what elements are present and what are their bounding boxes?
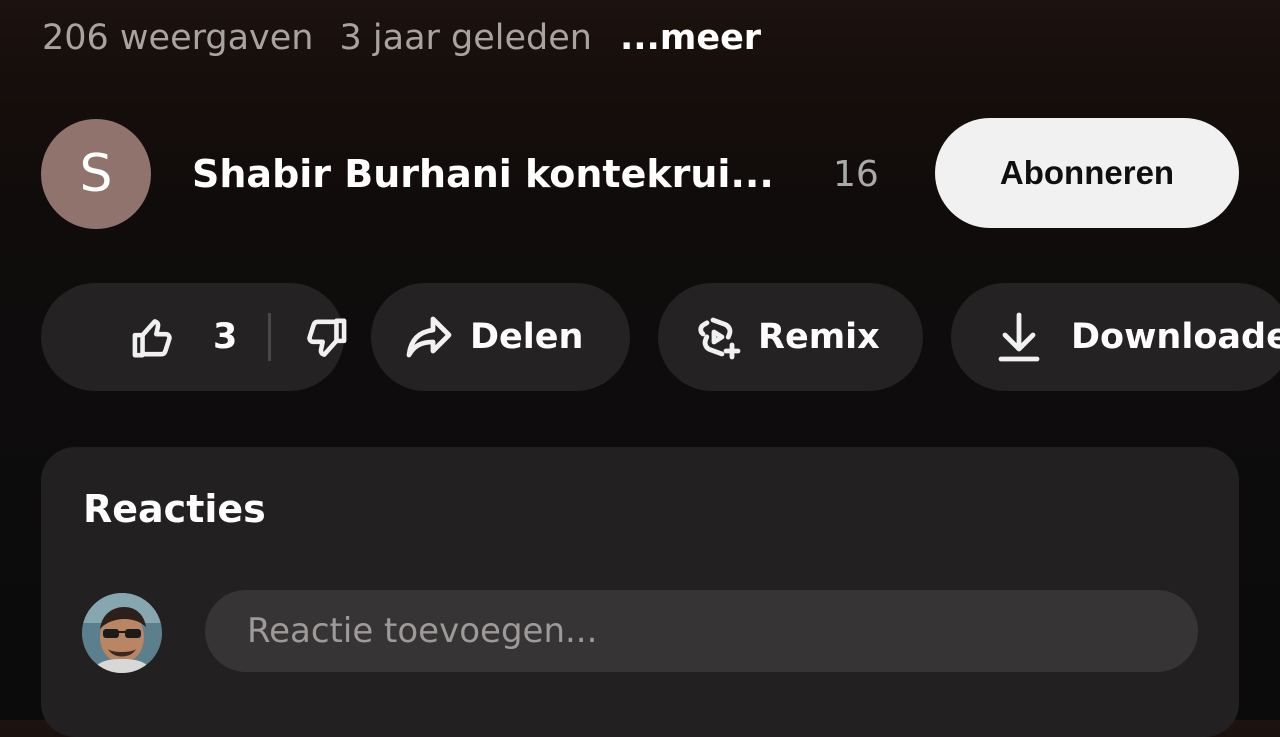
remix-icon bbox=[698, 317, 741, 360]
more-link[interactable]: ...meer bbox=[620, 18, 761, 58]
like-count: 3 bbox=[213, 317, 238, 357]
comments-panel[interactable]: Reacties Reactie toevoegen... bbox=[41, 447, 1239, 737]
video-meta: 206 weergaven 3 jaar geleden ...meer bbox=[42, 14, 761, 62]
subscribe-button[interactable]: Abonneren bbox=[935, 118, 1239, 228]
download-icon bbox=[998, 312, 1040, 362]
remix-button[interactable]: Remix bbox=[658, 283, 923, 391]
channel-avatar-letter: S bbox=[79, 144, 113, 204]
remix-label: Remix bbox=[758, 317, 880, 357]
download-label: Downloaden bbox=[1071, 317, 1280, 357]
comment-input[interactable]: Reactie toevoegen... bbox=[205, 590, 1198, 672]
subscriber-count: 16 bbox=[833, 153, 879, 195]
channel-avatar[interactable]: S bbox=[41, 119, 151, 229]
user-avatar-photo bbox=[82, 593, 162, 673]
share-label: Delen bbox=[470, 317, 584, 357]
like-dislike-pill: 3 bbox=[41, 283, 347, 391]
channel-name[interactable]: Shabir Burhani kontekrui... bbox=[192, 148, 774, 200]
share-button[interactable]: Delen bbox=[371, 283, 630, 391]
download-button[interactable]: Downloaden bbox=[951, 283, 1280, 391]
upload-age: 3 jaar geleden bbox=[339, 18, 592, 58]
share-arrow-icon bbox=[406, 316, 452, 358]
thumbs-up-icon[interactable] bbox=[131, 317, 177, 359]
user-avatar bbox=[82, 593, 162, 673]
comments-title: Reacties bbox=[83, 487, 266, 531]
view-count: 206 weergaven bbox=[42, 18, 314, 58]
thumbs-down-icon[interactable] bbox=[302, 317, 348, 359]
like-divider bbox=[268, 313, 271, 361]
